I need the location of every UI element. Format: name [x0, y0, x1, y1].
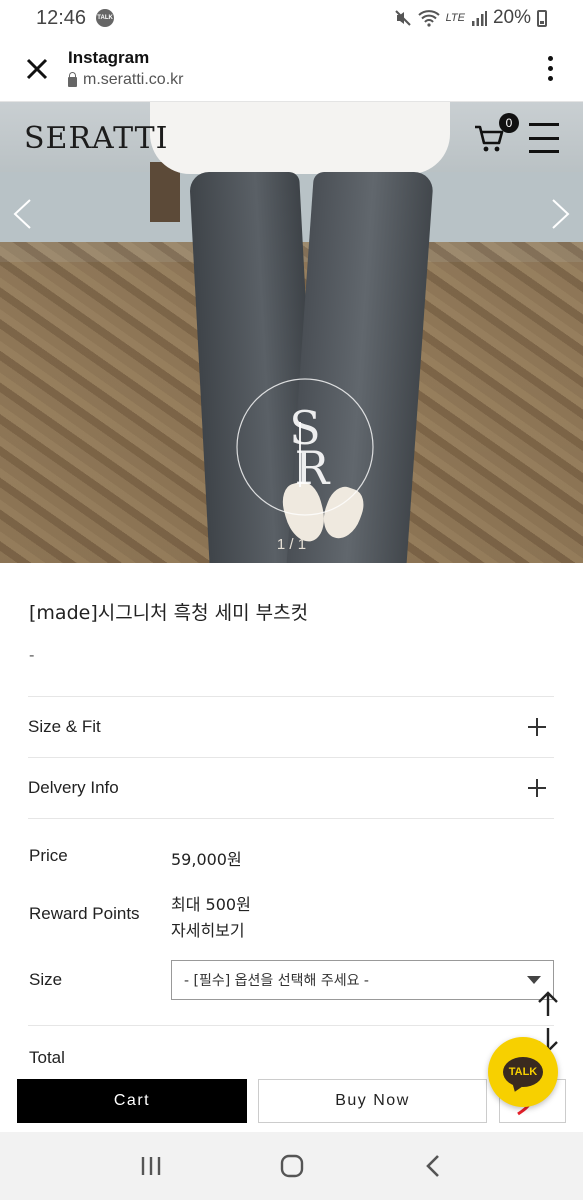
signal-icon [471, 11, 487, 26]
menu-line-icon [529, 123, 559, 126]
network-type: LTE [445, 12, 465, 24]
close-button[interactable] [20, 52, 54, 86]
back-button[interactable] [413, 1146, 453, 1186]
reward-details-link[interactable]: 자세히보기 [171, 917, 245, 941]
more-dot-icon [547, 66, 553, 71]
browser-toolbar: Instagram m.seratti.co.kr [0, 36, 583, 102]
battery-percent: 20% [492, 7, 531, 28]
accordion-delivery-info[interactable]: Delvery Info [28, 758, 554, 818]
plus-icon [528, 718, 546, 736]
divider [28, 1025, 554, 1026]
brand-watermark: S R [236, 378, 374, 516]
carousel-pager: 1 / 1 [276, 536, 307, 553]
price-value: 59,000원 [171, 850, 242, 869]
buy-now-button[interactable]: Buy Now [258, 1079, 487, 1123]
cart-button[interactable]: 0 [473, 113, 519, 155]
menu-line-icon [529, 150, 559, 153]
talk-bubble-icon: TALK [503, 1057, 543, 1087]
back-icon [425, 1155, 439, 1177]
chevron-down-icon [527, 976, 541, 984]
site-logo[interactable]: SERATTI [24, 121, 169, 156]
menu-line-icon [529, 136, 559, 140]
total-label: Total [29, 1048, 65, 1067]
mute-icon [394, 10, 411, 26]
carousel-prev-icon[interactable] [10, 198, 36, 230]
accordion-label: Size & Fit [28, 717, 101, 736]
browser-url: m.seratti.co.kr [83, 71, 184, 88]
wifi-icon [417, 10, 440, 27]
product-title: [made]시그니처 흑청 세미 부츠컷 [29, 602, 309, 624]
cart-count-badge: 0 [499, 113, 519, 133]
add-to-cart-button[interactable]: Cart [17, 1079, 247, 1123]
status-time: 12:46 [36, 6, 87, 29]
close-icon [26, 58, 48, 79]
recent-apps-button[interactable] [131, 1146, 171, 1186]
kakaotalk-notification-icon: TALK [96, 9, 115, 27]
system-navigation-bar [0, 1132, 583, 1200]
recent-apps-icon [141, 1157, 160, 1175]
reward-points-value: 최대 500원 [171, 895, 251, 914]
menu-button[interactable] [529, 123, 559, 153]
home-icon [280, 1154, 303, 1178]
size-select-value: - [필수] 옵션을 선택해 주세요 - [184, 973, 369, 989]
size-label: Size [29, 970, 63, 989]
more-dot-icon [547, 56, 553, 61]
site-header: SERATTI 0 [0, 102, 583, 174]
size-select[interactable]: - [필수] 옵션을 선택해 주세요 - [171, 960, 554, 1000]
status-bar: 12:46 TALK LTE 20% [0, 0, 583, 36]
product-image-carousel[interactable]: S R SERATTI 0 1 / 1 [0, 102, 583, 563]
browser-title: Instagram [68, 48, 150, 67]
reward-points-label: Reward Points [29, 904, 140, 923]
price-label: Price [29, 846, 68, 865]
scroll-top-icon[interactable] [536, 990, 560, 1018]
divider [28, 818, 554, 819]
battery-icon [537, 9, 547, 27]
accordion-label: Delvery Info [28, 778, 119, 797]
kakaotalk-chat-button[interactable]: TALK [488, 1037, 558, 1107]
carousel-next-icon[interactable] [547, 198, 573, 230]
lock-icon [68, 71, 77, 87]
home-button[interactable] [272, 1146, 312, 1186]
accordion-size-fit[interactable]: Size & Fit [28, 697, 554, 757]
more-options-button[interactable] [535, 49, 565, 89]
more-dot-icon [547, 76, 553, 81]
url-block[interactable]: Instagram m.seratti.co.kr [68, 48, 535, 89]
product-summary: - [29, 646, 35, 664]
plus-icon [528, 779, 546, 797]
